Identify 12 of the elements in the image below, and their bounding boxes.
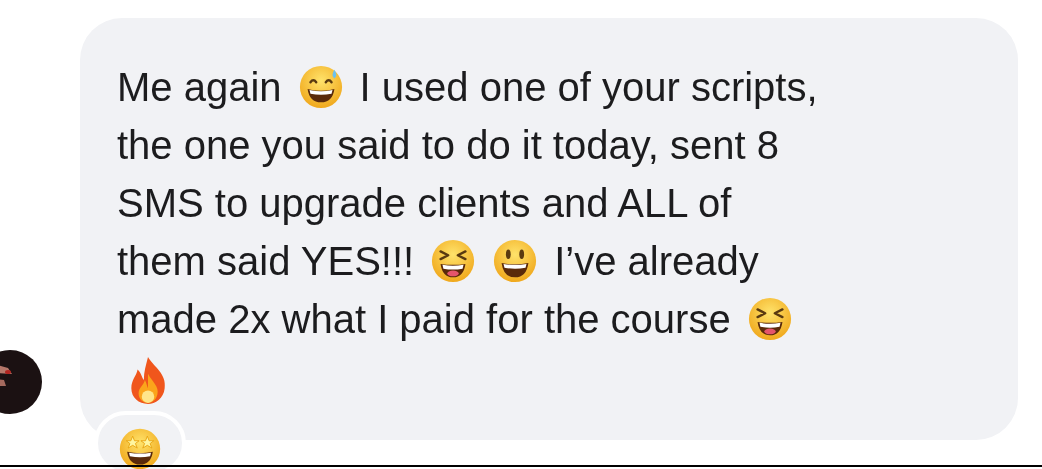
laughing-emoji-icon [746,296,793,342]
message-text: SMS to upgrade clients and ALL of [117,180,732,227]
sweat-smile-emoji-icon [297,64,344,110]
message-text: I’ve already [554,238,759,285]
message-text: the one you said to do it today, sent 8 [117,122,779,169]
message-text: Me again [117,64,282,111]
message-text: made 2x what I paid for the course [117,296,731,343]
star-eyes-emoji-icon [118,427,162,469]
message-text: I used one of your scripts, [359,64,818,111]
laughing-emoji-icon [430,238,477,284]
smiling-emoji-icon [492,238,539,284]
message-text: them said YES!!! [117,238,415,285]
